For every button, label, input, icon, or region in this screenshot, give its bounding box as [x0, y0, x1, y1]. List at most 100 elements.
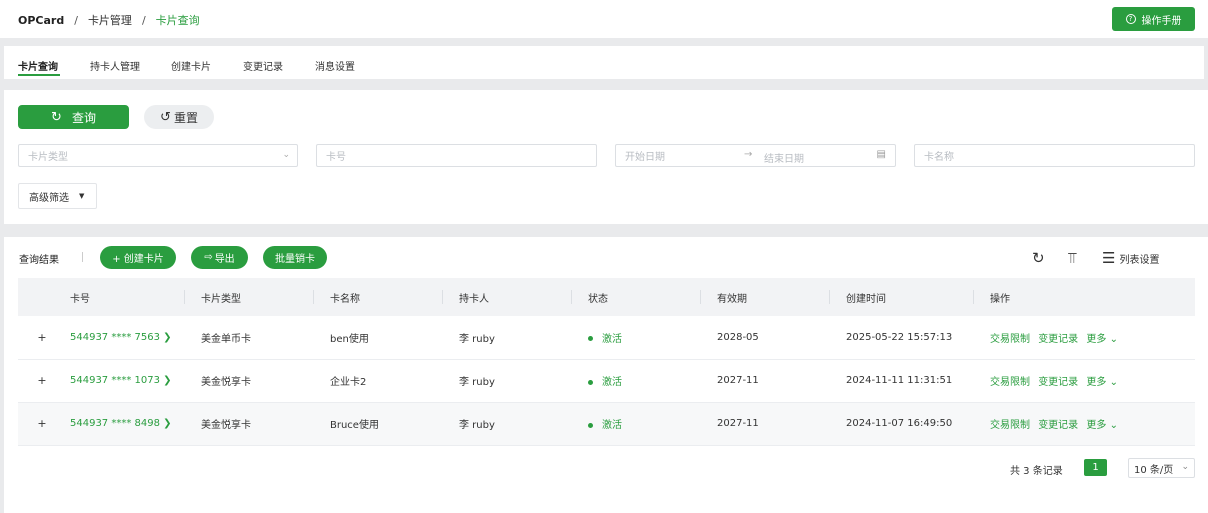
results-table: 卡号 卡片类型 卡名称 持卡人 状态 有效期 创建时间 操作 + 544937 … — [18, 278, 1195, 446]
header-expiry: 有效期 — [700, 278, 829, 316]
results-panel: 查询结果 + 创建卡片 ⇨ 导出 批量销卡 ↻ ⫪ ☰ 列表设置 卡号 卡片类型… — [4, 237, 1208, 513]
expand-icon[interactable]: + — [37, 331, 47, 344]
change-records-link[interactable]: 变更记录 — [1038, 420, 1078, 431]
tab-cardholder-management[interactable]: 持卡人管理 — [90, 58, 140, 73]
chevron-down-icon: ⌄ — [1109, 377, 1118, 388]
results-label: 查询结果 — [19, 255, 59, 266]
transaction-limit-link[interactable]: 交易限制 — [990, 420, 1030, 431]
actions-cell: 交易限制 变更记录 更多 ⌄ — [973, 402, 1195, 445]
chevron-down-icon: ⌄ — [1109, 333, 1118, 345]
header-card-number: 卡号 — [70, 293, 90, 305]
card-type-placeholder: 卡片类型 — [28, 152, 68, 163]
tab-change-records[interactable]: 变更记录 — [243, 58, 283, 73]
breadcrumb: OPCard / 卡片管理 / 卡片查询 — [18, 12, 200, 28]
card-name-placeholder: 卡名称 — [924, 152, 954, 163]
manual-button[interactable]: ? 操作手册 — [1112, 7, 1195, 31]
divider — [82, 252, 83, 262]
arrow-right-icon: → — [744, 149, 753, 160]
create-card-button[interactable]: + 创建卡片 — [100, 246, 176, 269]
card-name-cell: ben使用 — [330, 333, 369, 345]
reset-button-label: 重置 — [173, 110, 198, 125]
tab-message-settings[interactable]: 消息设置 — [315, 58, 355, 73]
change-records-link[interactable]: 变更记录 — [1038, 334, 1078, 345]
expand-icon[interactable]: + — [37, 374, 47, 387]
date-range-picker[interactable]: 开始日期 → 结束日期 ▤ — [615, 144, 896, 167]
header-holder: 持卡人 — [442, 278, 571, 316]
query-button[interactable]: ↻ 查询 — [18, 105, 129, 129]
breadcrumb-current: 卡片查询 — [155, 14, 200, 27]
chevron-down-icon: ⌄ — [1109, 420, 1118, 431]
transaction-limit-link[interactable]: 交易限制 — [990, 334, 1030, 345]
list-icon: ☰ — [1102, 249, 1116, 267]
status-cell: 激活 — [571, 316, 700, 359]
manual-button-label: 操作手册 — [1141, 15, 1182, 27]
header-card-type: 卡片类型 — [184, 278, 313, 316]
table-row: + 544937 **** 1073 ❯ 美金悦享卡 企业卡2 李 ruby 激… — [18, 359, 1195, 402]
list-settings-label: 列表设置 — [1119, 254, 1160, 266]
tab-bar: 卡片查询 持卡人管理 创建卡片 变更记录 消息设置 — [4, 46, 1204, 79]
chevron-down-icon: ⌄ — [282, 150, 290, 160]
active-tab-indicator — [18, 74, 60, 76]
more-dropdown[interactable]: 更多 ⌄ — [1086, 334, 1118, 345]
page-button-current[interactable]: 1 — [1084, 459, 1107, 476]
calendar-icon: ▤ — [876, 149, 886, 160]
breadcrumb-separator: / — [74, 13, 78, 27]
table-row: + 544937 **** 7563 ❯ 美金单币卡 ben使用 李 ruby … — [18, 316, 1195, 359]
created-time-cell: 2024-11-07 16:49:50 — [846, 418, 953, 429]
card-number-link[interactable]: 544937 **** 7563 ❯ — [70, 332, 172, 343]
export-button-label: 导出 — [214, 254, 235, 265]
start-date-placeholder: 开始日期 — [625, 152, 665, 163]
export-icon: ⇨ — [204, 252, 213, 263]
breadcrumb-card-management[interactable]: 卡片管理 — [88, 12, 132, 28]
more-dropdown[interactable]: 更多 ⌄ — [1086, 377, 1118, 388]
card-type-cell: 美金悦享卡 — [201, 377, 251, 388]
reset-button[interactable]: ↺ 重置 — [144, 105, 214, 129]
refresh-icon[interactable]: ↻ — [1032, 249, 1045, 267]
header-created-time: 创建时间 — [829, 278, 973, 316]
change-records-link[interactable]: 变更记录 — [1038, 377, 1078, 388]
list-settings-button[interactable]: ☰ 列表设置 — [1102, 249, 1159, 267]
status-cell: 激活 — [571, 402, 700, 445]
advanced-filter-label: 高级筛选 — [29, 192, 69, 204]
card-number-link[interactable]: 544937 **** 1073 ❯ — [70, 375, 172, 386]
card-number-link[interactable]: 544937 **** 8498 ❯ — [70, 418, 172, 429]
status-dot — [588, 379, 593, 385]
top-header: OPCard / 卡片管理 / 卡片查询 ? 操作手册 — [0, 0, 1208, 38]
created-time-cell: 2024-11-11 11:31:51 — [846, 375, 953, 386]
header-actions: 操作 — [973, 278, 1195, 316]
help-circle-icon: ? — [1125, 14, 1136, 24]
expiry-cell: 2028-05 — [717, 331, 759, 343]
holder-cell: 李 ruby — [459, 420, 495, 431]
export-button[interactable]: ⇨ 导出 — [191, 246, 248, 269]
expiry-cell: 2027-11 — [717, 418, 759, 429]
caret-down-icon: ▼ — [79, 192, 85, 200]
card-type-select[interactable]: 卡片类型 ⌄ — [18, 144, 298, 167]
chevron-down-icon: ⌄ — [1181, 462, 1189, 472]
expand-icon[interactable]: + — [37, 417, 47, 430]
tab-create-card[interactable]: 创建卡片 — [171, 58, 211, 73]
batch-cancel-button[interactable]: 批量销卡 — [263, 246, 327, 269]
card-type-cell: 美金悦享卡 — [201, 420, 251, 431]
actions-cell: 交易限制 变更记录 更多 ⌄ — [973, 316, 1195, 359]
end-date-placeholder: 结束日期 — [764, 154, 804, 165]
actions-cell: 交易限制 变更记录 更多 ⌄ — [973, 359, 1195, 402]
breadcrumb-home[interactable]: OPCard — [18, 14, 64, 27]
card-number-input[interactable]: 卡号 — [316, 144, 597, 167]
filter-panel: ↻ 查询 ↺ 重置 卡片类型 ⌄ 卡号 开始日期 → 结束日期 ▤ 卡名称 高级… — [4, 90, 1208, 224]
tab-card-query[interactable]: 卡片查询 — [18, 58, 58, 73]
card-name-cell: 企业卡2 — [330, 377, 367, 388]
holder-cell: 李 ruby — [459, 333, 495, 345]
more-dropdown[interactable]: 更多 ⌄ — [1086, 420, 1118, 431]
transaction-limit-link[interactable]: 交易限制 — [990, 377, 1030, 388]
row-height-icon[interactable]: ⫪ — [1068, 249, 1076, 267]
chevron-right-icon: ❯ — [163, 375, 172, 386]
header-status: 状态 — [571, 278, 700, 316]
card-name-input[interactable]: 卡名称 — [914, 144, 1195, 167]
chevron-right-icon: ❯ — [163, 331, 172, 343]
created-time-cell: 2025-05-22 15:57:13 — [846, 331, 953, 343]
card-number-placeholder: 卡号 — [326, 152, 346, 163]
pagination-total: 共 3 条记录 — [1010, 466, 1063, 477]
header-card-name: 卡名称 — [313, 278, 442, 316]
page-size-select[interactable]: 10 条/页 ⌄ — [1128, 458, 1195, 478]
advanced-filter-button[interactable]: 高级筛选 ▼ — [18, 183, 97, 209]
